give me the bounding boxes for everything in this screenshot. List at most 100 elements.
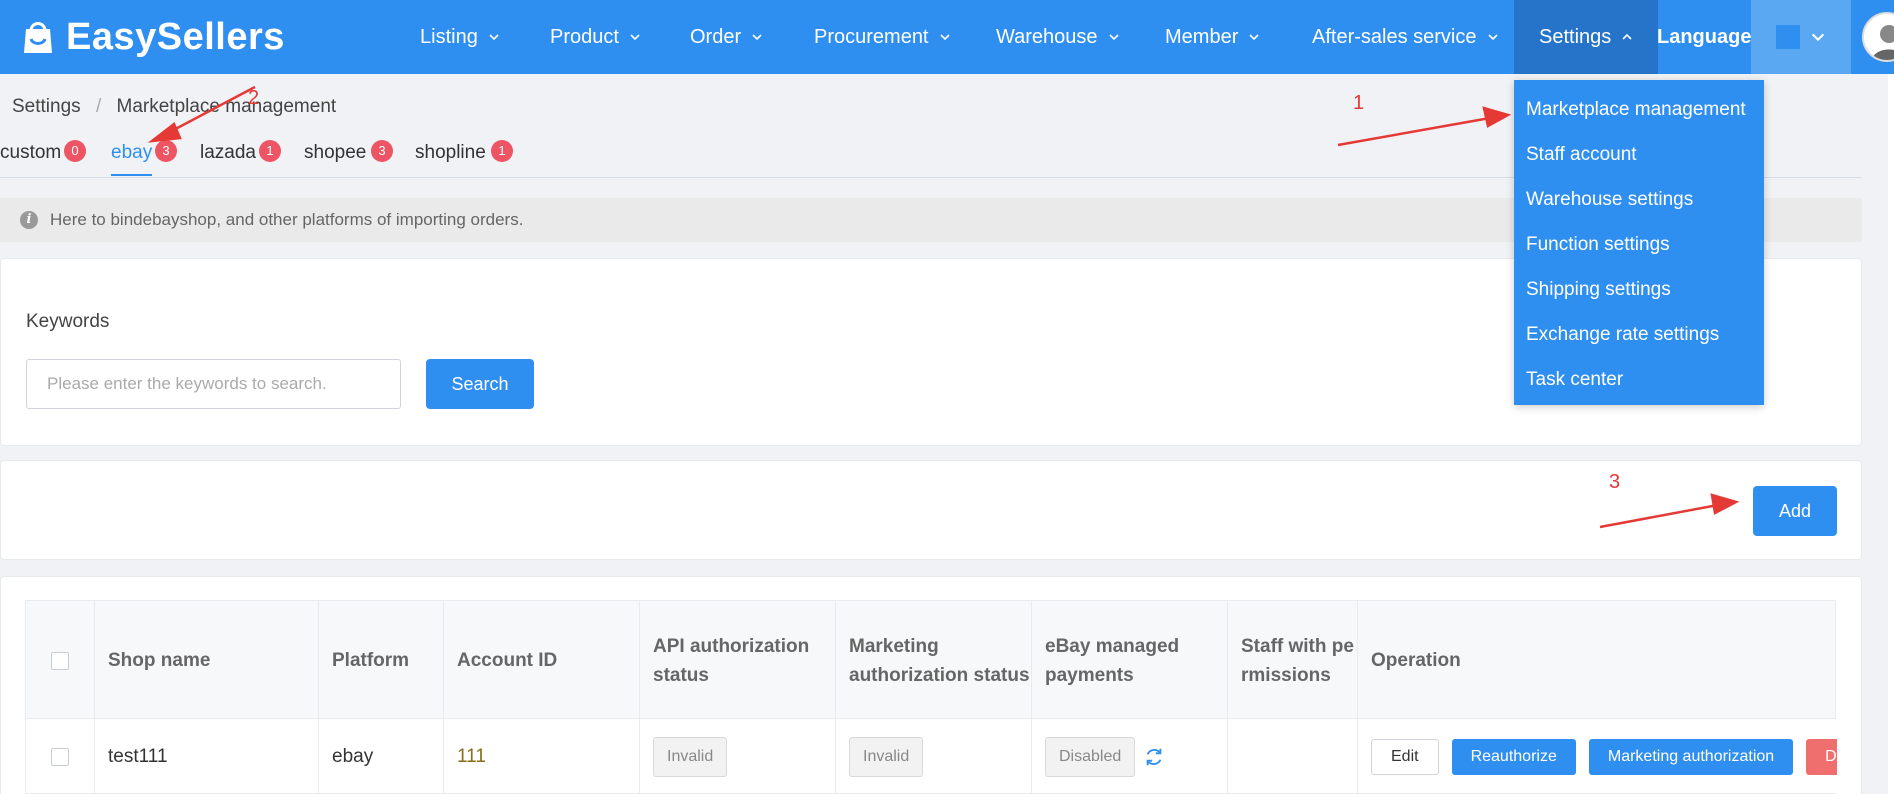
count-badge: 0 [64, 140, 86, 162]
page: EasySellers Listing Product Order Procur… [0, 0, 1894, 794]
scrollbar-track[interactable] [1888, 74, 1894, 794]
nav-label: Warehouse [996, 25, 1098, 48]
tab-lazada[interactable]: lazada 1 [200, 140, 281, 164]
tab-custom[interactable]: custom 0 [0, 140, 86, 164]
nav-label: Member [1165, 25, 1239, 48]
nav-label: Settings [1539, 25, 1612, 48]
chevron-down-icon [1487, 34, 1498, 41]
chevron-up-icon [1622, 33, 1632, 40]
breadcrumb: Settings / Marketplace management [12, 96, 336, 118]
nav-warehouse[interactable]: Warehouse [996, 0, 1120, 74]
header-platform[interactable]: Platform [319, 601, 444, 720]
settings-dropdown-menu: Marketplace management Staff account War… [1514, 80, 1764, 405]
menu-item-warehouse-settings[interactable]: Warehouse settings [1514, 177, 1764, 222]
header-managed-payments[interactable]: eBay managed payments [1032, 601, 1228, 720]
breadcrumb-current: Marketplace management [116, 96, 337, 117]
breadcrumb-root[interactable]: Settings [12, 96, 81, 117]
annotation-step-1: 1 [1353, 92, 1365, 114]
tab-label: custom [0, 142, 62, 163]
cell-marketing-status: Invalid [836, 719, 1032, 794]
status-badge: Invalid [653, 736, 728, 777]
tab-shopee[interactable]: shopee 3 [304, 140, 393, 164]
status-badge: Disabled [1045, 736, 1136, 777]
nav-settings[interactable]: Settings [1514, 0, 1659, 74]
cell-shop-name: test111 [95, 719, 319, 794]
cell-api-status: Invalid [640, 719, 836, 794]
add-button[interactable]: Add [1753, 486, 1837, 536]
header-staff[interactable]: Staff with permissions [1228, 601, 1358, 720]
chevron-down-icon [752, 34, 762, 41]
marketing-authorization-button[interactable]: Marketing authorization [1588, 738, 1794, 775]
shopping-bag-icon [24, 22, 52, 53]
info-text: Here to bindebayshop, and other platform… [50, 210, 524, 229]
refresh-icon[interactable] [1143, 746, 1165, 768]
row-select-cell [26, 719, 95, 794]
header-api-status[interactable]: API authorization status [640, 601, 836, 720]
user-avatar-icon [1872, 25, 1894, 60]
reauthorize-button[interactable]: Reauthorize [1451, 738, 1576, 775]
row-checkbox[interactable] [51, 747, 69, 766]
menu-item-marketplace-management[interactable]: Marketplace management [1514, 87, 1764, 132]
chevron-down-icon [1811, 33, 1825, 42]
nav-label: After-sales service [1312, 25, 1477, 48]
edit-button[interactable]: Edit [1371, 738, 1439, 775]
user-menu-button[interactable] [1751, 0, 1851, 74]
count-badge: 3 [155, 140, 177, 162]
nav-member[interactable]: Member [1165, 0, 1260, 74]
annotation-step-3: 3 [1609, 471, 1621, 493]
top-nav-bar: EasySellers Listing Product Order Procur… [0, 0, 1894, 74]
delete-button[interactable]: Del [1806, 738, 1837, 775]
nav-after-sales[interactable]: After-sales service [1312, 0, 1499, 74]
cell-staff [1228, 719, 1358, 794]
select-all-cell [26, 601, 95, 720]
info-icon: i [20, 211, 38, 229]
cell-operation: Edit Reauthorize Marketing authorization… [1358, 719, 1837, 794]
annotation-step-2: 2 [248, 87, 260, 109]
keywords-input[interactable] [26, 359, 401, 409]
header-account-id[interactable]: Account ID [444, 601, 640, 720]
header-operation: Operation [1371, 650, 1461, 671]
nav-product[interactable]: Product [550, 0, 641, 74]
chevron-down-icon [489, 34, 499, 41]
table-header: Shop name Platform Account ID API author… [25, 600, 1836, 720]
table-row: test111 ebay 111 Invalid Invalid Disable… [25, 719, 1837, 794]
tab-label: shopee [304, 142, 367, 163]
menu-item-staff-account[interactable]: Staff account [1514, 132, 1764, 177]
header-shop-name[interactable]: Shop name [95, 601, 319, 720]
menu-item-function-settings[interactable]: Function settings [1514, 222, 1764, 267]
search-button[interactable]: Search [426, 359, 534, 409]
tab-label: shopline [415, 142, 486, 163]
count-badge: 3 [371, 140, 393, 162]
keywords-label: Keywords [26, 311, 110, 332]
nav-procurement[interactable]: Procurement [814, 0, 951, 74]
chevron-down-icon [939, 34, 950, 41]
user-color-swatch [1776, 25, 1800, 49]
cell-managed-payments: Disabled [1032, 719, 1228, 794]
tab-shopline[interactable]: shopline 1 [415, 140, 513, 164]
chevron-down-icon [630, 34, 640, 41]
nav-label: Order [690, 25, 742, 48]
menu-item-exchange-rate-settings[interactable]: Exchange rate settings [1514, 312, 1764, 357]
header-marketing-status[interactable]: Marketing authorization status [836, 601, 1032, 720]
menu-item-shipping-settings[interactable]: Shipping settings [1514, 267, 1764, 312]
breadcrumb-separator: / [95, 96, 102, 117]
action-panel: Add [0, 460, 1862, 560]
brand-name: EasySellers [66, 15, 285, 58]
cell-account-id: 111 [444, 719, 640, 794]
count-badge: 1 [491, 140, 513, 162]
chevron-down-icon [1108, 34, 1119, 41]
tab-ebay[interactable]: ebay 3 [111, 140, 177, 176]
language-switcher[interactable]: Language [1657, 0, 1751, 74]
tab-label: ebay [111, 142, 153, 163]
nav-listing[interactable]: Listing [420, 0, 500, 74]
nav-order[interactable]: Order [690, 0, 763, 74]
select-all-checkbox[interactable] [51, 651, 69, 670]
nav-label: Listing [420, 25, 478, 48]
avatar[interactable] [1862, 12, 1894, 62]
tab-label: lazada [200, 142, 256, 163]
menu-item-task-center[interactable]: Task center [1514, 357, 1764, 402]
cell-platform: ebay [319, 719, 444, 794]
logo[interactable]: EasySellers [18, 12, 285, 62]
chevron-down-icon [1249, 34, 1259, 41]
arrow-1-head [1482, 106, 1512, 128]
